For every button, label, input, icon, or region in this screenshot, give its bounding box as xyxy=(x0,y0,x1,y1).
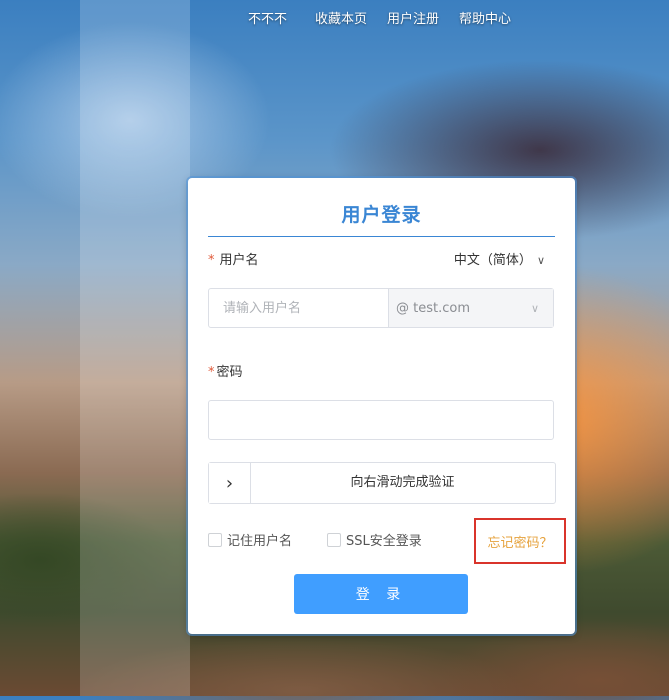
password-field xyxy=(208,400,554,440)
nav-link-bookmark[interactable]: 收藏本页 xyxy=(315,8,367,27)
slide-verification: › 向右滑动完成验证 xyxy=(208,462,556,504)
username-label-row: * 用户名 xyxy=(208,249,259,268)
domain-value: @ test.com xyxy=(396,300,470,316)
slider-hint: 向右滑动完成验证 xyxy=(350,475,455,490)
username-input-wrap xyxy=(209,289,388,327)
login-button[interactable]: 登 录 xyxy=(294,574,468,614)
ssl-checkbox[interactable] xyxy=(327,532,341,547)
password-input[interactable] xyxy=(209,401,553,439)
login-title: 用户登录 xyxy=(341,204,422,226)
language-select[interactable]: 中文（简体） ∨ xyxy=(454,249,545,268)
username-label: 用户名 xyxy=(219,253,259,268)
ssl-label: SSL安全登录 xyxy=(346,534,422,549)
slider-handle[interactable]: › xyxy=(209,463,251,503)
domain-select[interactable]: @ test.com ∨ xyxy=(388,289,553,327)
chevron-down-icon: ∨ xyxy=(536,254,545,267)
required-mark: * xyxy=(208,253,215,268)
password-label: 密码 xyxy=(216,365,243,380)
title-divider xyxy=(208,236,555,237)
nav-link-1[interactable]: 不不不 xyxy=(248,8,287,27)
nav-link-register[interactable]: 用户注册 xyxy=(387,8,439,27)
forgot-password-link[interactable]: 忘记密码？ xyxy=(474,518,566,564)
ssl-login-option[interactable]: SSL安全登录 xyxy=(327,530,422,549)
language-value: 中文（简体） xyxy=(453,253,532,268)
login-card: 用户登录 *用户名 中文（简体）∨ @ test.com ∨ *密码 › 向右滑… xyxy=(188,178,575,634)
chevron-right-icon: › xyxy=(225,472,234,494)
top-navigation: 不不不 收藏本页 用户注册 帮助中心 xyxy=(0,8,669,28)
remember-username-option[interactable]: 记住用户名 xyxy=(208,530,292,549)
background-overlay xyxy=(80,0,190,696)
remember-checkbox[interactable] xyxy=(208,532,222,547)
username-input[interactable] xyxy=(209,289,388,327)
remember-label: 记住用户名 xyxy=(227,534,293,549)
required-mark: * xyxy=(208,365,215,380)
username-field-group: @ test.com ∨ xyxy=(208,288,554,328)
chevron-down-icon: ∨ xyxy=(530,301,539,315)
nav-link-help[interactable]: 帮助中心 xyxy=(459,8,511,27)
password-label-row: * 密码 xyxy=(208,361,243,380)
